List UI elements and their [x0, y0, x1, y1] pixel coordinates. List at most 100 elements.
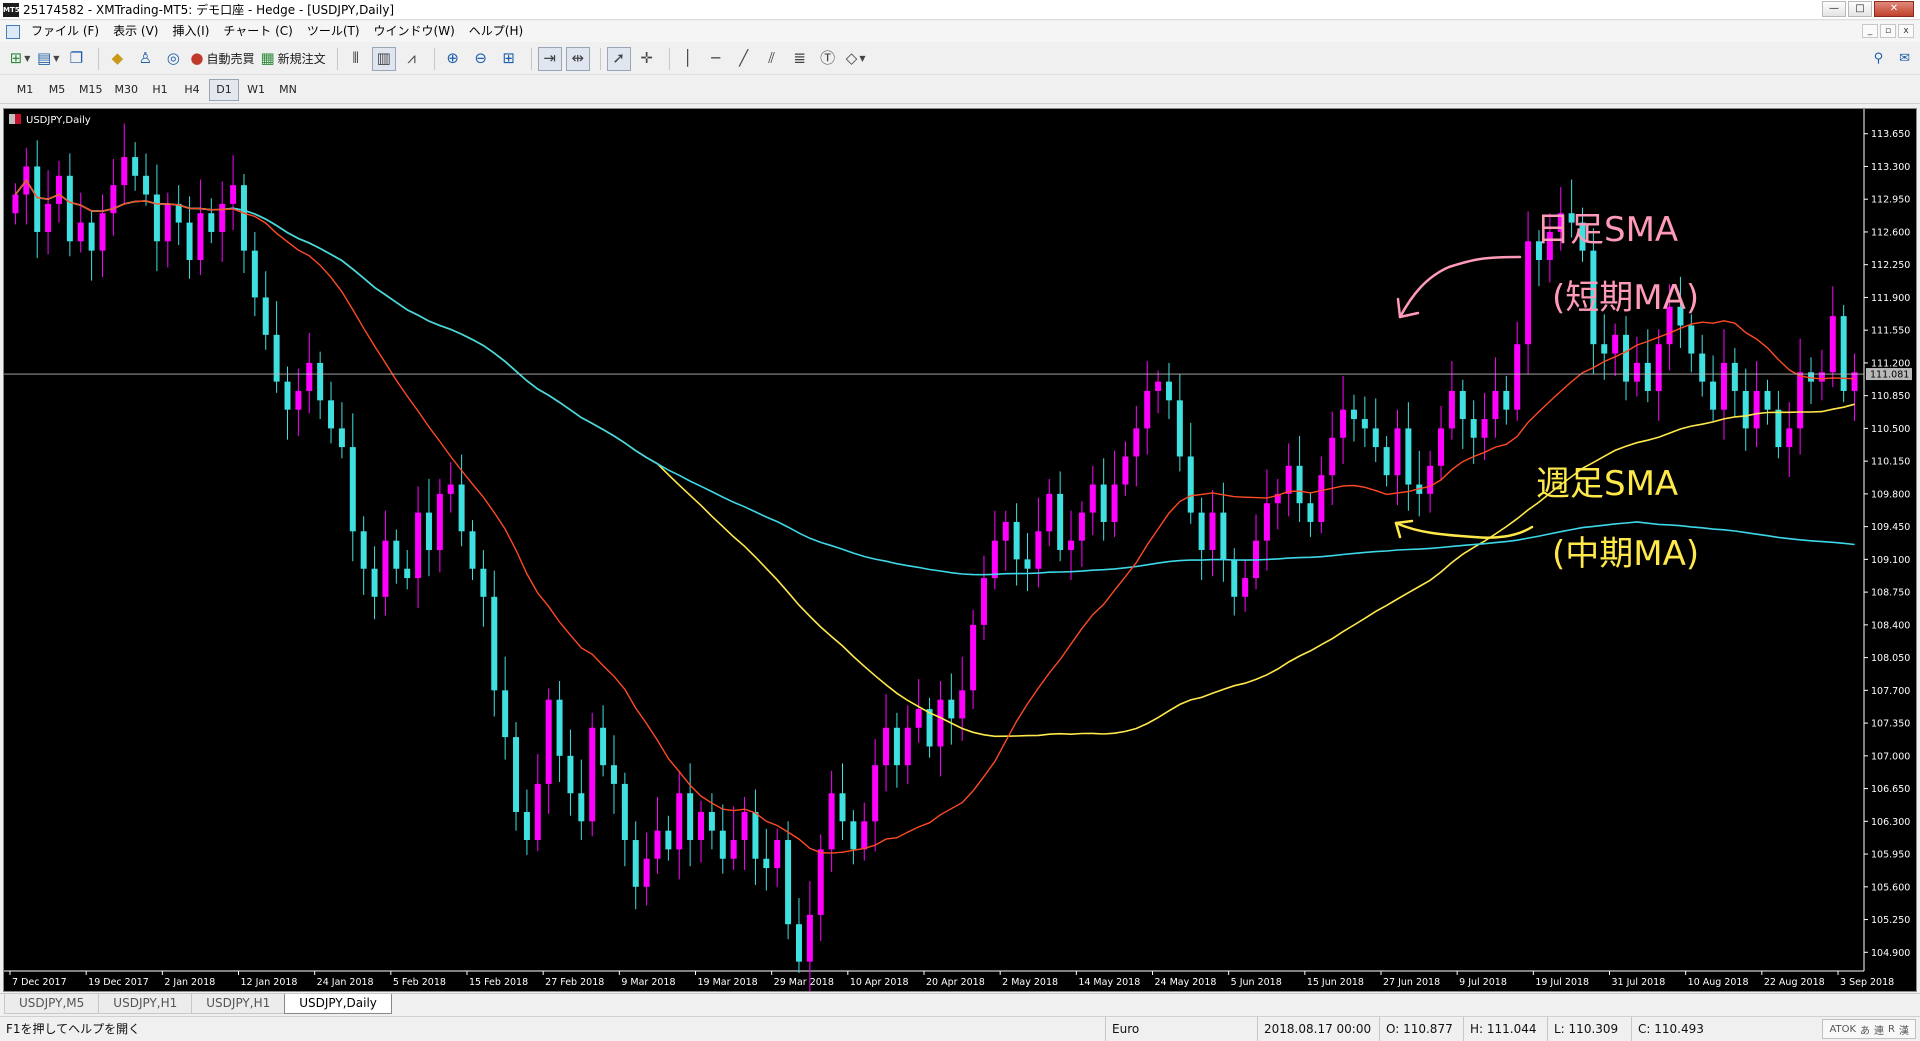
candle-bullish — [99, 213, 106, 251]
chat-icon[interactable]: ✉ — [1899, 51, 1910, 66]
ime-kanji-mode[interactable]: 漢 — [1899, 1022, 1909, 1037]
chart-document-icon[interactable] — [6, 24, 20, 39]
child-window-controls: _ ▫ x — [1862, 24, 1914, 38]
status-profile: Euro — [1105, 1016, 1257, 1041]
candle-bullish — [230, 185, 237, 204]
ime-conversion-mode[interactable]: 連 — [1874, 1022, 1884, 1037]
tab-usdjpy-m5[interactable]: USDJPY,M5 — [4, 994, 100, 1014]
equidistant-channel-button[interactable]: ⫽ — [760, 47, 784, 71]
ime-romaji-mode[interactable]: R — [1888, 1024, 1895, 1035]
new-order-label: 新規注文 — [277, 52, 326, 66]
menu-chart[interactable]: チャート (C) — [218, 21, 301, 42]
tab-usdjpy-h1[interactable]: USDJPY,H1 — [98, 994, 193, 1014]
candle-bullish — [937, 699, 944, 747]
market-watch-button[interactable]: ◆ — [105, 47, 129, 71]
timeframe-d1[interactable]: D1 — [209, 78, 239, 101]
search-icon[interactable]: ⚲ — [1874, 51, 1884, 66]
navigator-button[interactable]: ♙ — [133, 47, 157, 71]
timeframe-mn[interactable]: MN — [273, 79, 303, 101]
candle-bearish — [850, 821, 857, 850]
candle-bearish — [273, 334, 280, 382]
auto-scroll-button[interactable]: ⇥ — [537, 46, 562, 71]
candle-bearish — [240, 185, 247, 251]
price-tick-label: 112.950 — [1871, 195, 1910, 206]
menu-help[interactable]: ヘルプ(H) — [464, 21, 532, 42]
new-order-button[interactable]: ▦ 新規注文 — [259, 47, 326, 71]
price-tick-label: 105.250 — [1871, 915, 1910, 926]
candle-bullish — [730, 840, 737, 859]
tab-usdjpy-daily[interactable]: USDJPY,Daily — [284, 994, 392, 1014]
menu-window[interactable]: ウインドウ(W) — [369, 21, 464, 42]
fibonacci-button[interactable]: ≣ — [788, 47, 812, 71]
candle-bearish — [208, 213, 215, 232]
candle-bearish — [1459, 390, 1466, 420]
menu-insert[interactable]: 挿入(I) — [167, 21, 218, 42]
profiles-button[interactable]: ▤ ▼ — [36, 47, 60, 71]
signals-button[interactable]: ◎ — [161, 47, 185, 71]
candle-bearish — [578, 793, 585, 822]
new-chart-icon: ⊞ — [9, 49, 23, 67]
candle-bearish — [1644, 362, 1651, 391]
price-tick-label: 113.650 — [1871, 129, 1910, 140]
bar-chart-button[interactable]: ⫴ — [344, 47, 368, 71]
candle-bearish — [1372, 428, 1379, 448]
timeframe-h1[interactable]: H1 — [145, 79, 175, 101]
time-tick-label: 9 Mar 2018 — [621, 977, 675, 988]
candlestick-button[interactable]: ▥ — [371, 46, 396, 71]
candle-bullish — [1002, 521, 1009, 541]
status-low: L: 110.309 — [1547, 1016, 1631, 1041]
timeframe-m1[interactable]: M1 — [10, 79, 40, 101]
timeframe-m5[interactable]: M5 — [42, 79, 72, 101]
candle-bearish — [1503, 390, 1510, 410]
tile-windows-button[interactable]: ⊞ — [497, 47, 521, 71]
menu-file[interactable]: ファイル (F) — [26, 21, 108, 42]
price-tick-label: 110.850 — [1871, 391, 1910, 402]
timeframe-m30[interactable]: M30 — [110, 79, 144, 101]
child-minimize-button[interactable]: _ — [1862, 24, 1878, 38]
time-tick-label: 10 Apr 2018 — [850, 977, 909, 988]
new-chart-button[interactable]: ⊞ ▼ — [8, 47, 32, 71]
menu-tools[interactable]: ツール(T) — [302, 21, 369, 42]
candle-bearish — [34, 166, 41, 232]
tab-usdjpy-h1-2[interactable]: USDJPY,H1 — [191, 994, 286, 1014]
candle-bearish — [948, 699, 955, 719]
maximize-button[interactable]: □ — [1848, 1, 1872, 17]
zoom-in-button[interactable]: ⊕ — [441, 47, 465, 71]
chart-window[interactable]: 113.650 113.300 112.950 112.600 112.250 111.9… — [3, 108, 1917, 992]
price-tick-label: 111.900 — [1871, 293, 1910, 304]
zoom-out-button[interactable]: ⊖ — [469, 47, 493, 71]
ime-hiragana-mode[interactable]: あ — [1860, 1022, 1870, 1037]
close-button[interactable]: ✕ — [1874, 1, 1914, 17]
timeframe-m15[interactable]: M15 — [74, 79, 108, 101]
line-chart-button[interactable]: ⩘ — [400, 47, 424, 71]
price-chart[interactable]: 113.650 113.300 112.950 112.600 112.250 111.9… — [4, 109, 1916, 991]
shapes-button[interactable]: ◇ ▼ — [844, 47, 868, 71]
crosshair-button[interactable]: ✛ — [635, 47, 659, 71]
trend-line-button[interactable]: ╱ — [732, 47, 756, 71]
timeframe-w1[interactable]: W1 — [241, 79, 271, 101]
price-tick-label: 109.800 — [1871, 489, 1910, 500]
windows-button[interactable]: ❐ — [64, 47, 88, 71]
channel-icon: ⫽ — [768, 49, 775, 67]
vertical-line-button[interactable]: │ — [676, 47, 700, 71]
auto-trading-button[interactable]: ● 自動売買 — [189, 47, 255, 71]
text-button[interactable]: Ⓣ — [816, 47, 840, 71]
text-icon: Ⓣ — [820, 49, 836, 67]
child-close-button[interactable]: x — [1898, 24, 1914, 38]
candle-bullish — [219, 203, 226, 232]
horizontal-line-button[interactable]: ─ — [704, 47, 728, 71]
timeframe-h4[interactable]: H4 — [177, 79, 207, 101]
cursor-button[interactable]: ➚ — [606, 46, 631, 71]
ime-toolbar[interactable]: ATOK あ 連 R 漢 — [1822, 1019, 1916, 1039]
market-watch-icon: ◆ — [111, 49, 124, 67]
candle-bullish — [77, 222, 84, 242]
chart-shift-button[interactable]: ⇹ — [565, 46, 590, 71]
minimize-button[interactable]: — — [1822, 1, 1846, 17]
child-restore-button[interactable]: ▫ — [1880, 24, 1896, 38]
menu-view[interactable]: 表示 (V) — [108, 21, 167, 42]
candle-bullish — [1797, 372, 1804, 429]
candle-bullish — [1829, 316, 1836, 373]
candle-bearish — [186, 222, 193, 261]
candle-bullish — [589, 727, 596, 822]
price-tick-label: 106.650 — [1871, 784, 1910, 795]
